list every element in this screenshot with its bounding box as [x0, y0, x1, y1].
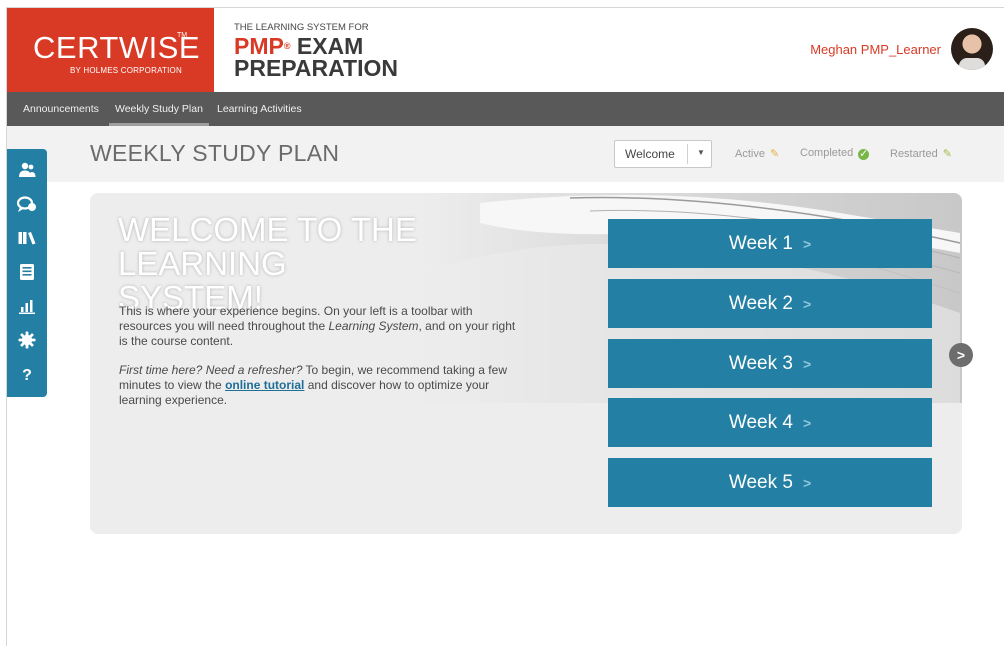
legend-active: Active ✎ [735, 147, 779, 160]
product-tagline: THE LEARNING SYSTEM FOR [234, 22, 369, 33]
chevron-right-icon: > [802, 475, 812, 491]
subheader: WEEKLY STUDY PLAN Welcome ▼ Active ✎ Comp… [7, 126, 1004, 182]
caret-down-icon[interactable]: ▼ [697, 148, 705, 157]
chevron-right-icon: > [802, 296, 812, 312]
chat-icon[interactable] [7, 189, 47, 219]
nav-announcements[interactable]: Announcements [23, 92, 99, 126]
week-3-button[interactable]: Week 3 > [608, 339, 932, 388]
welcome-heading-line1: WELCOME TO THE [118, 211, 417, 248]
chart-icon[interactable] [7, 291, 47, 321]
notes-icon[interactable] [7, 257, 47, 287]
chevron-right-icon: > [802, 356, 812, 372]
chevron-right-icon: > [802, 236, 812, 252]
logo-subtitle: BY HOLMES CORPORATION [70, 66, 182, 75]
registered-mark: ® [283, 41, 291, 51]
week-label: Week 5 [728, 472, 793, 493]
week-5-button[interactable]: Week 5 > [608, 458, 932, 507]
chevron-right-icon: > [802, 415, 812, 431]
intro-paragraph: This is where your experience begins. On… [119, 304, 519, 349]
top-nav: Announcements Weekly Study Plan Learning… [7, 92, 1004, 126]
restart-pencil-icon: ✎ [942, 148, 952, 160]
week-select-value: Welcome [625, 147, 675, 161]
help-icon[interactable]: ? [7, 361, 47, 391]
legend-restarted: Restarted ✎ [890, 147, 952, 160]
app-frame: CERTWISE TM BY HOLMES CORPORATION THE LE… [6, 7, 1004, 646]
week-label: Week 2 [728, 293, 793, 314]
week-1-button[interactable]: Week 1 > [608, 219, 932, 268]
welcome-heading: WELCOME TO THE LEARNING SYSTEM! [118, 213, 438, 315]
legend-completed: Completed ✓ [800, 147, 870, 160]
resource-toolbar: ? [7, 149, 47, 397]
pencil-icon: ✎ [769, 148, 780, 160]
week-select[interactable]: Welcome ▼ [614, 140, 712, 168]
nav-weekly-study-plan[interactable]: Weekly Study Plan [109, 92, 209, 126]
tutorial-paragraph: First time here? Need a refresher? To be… [119, 363, 519, 408]
select-divider [687, 144, 688, 164]
intro-emphasis: Learning System [328, 319, 419, 333]
user-avatar[interactable] [951, 28, 993, 70]
week-2-button[interactable]: Week 2 > [608, 279, 932, 328]
gear-icon[interactable] [7, 325, 47, 355]
week-label: Week 4 [728, 412, 793, 433]
legend-completed-label: Completed [800, 147, 854, 159]
logo-tm: TM [177, 32, 188, 39]
user-name-link[interactable]: Meghan PMP_Learner [810, 42, 941, 57]
certwise-logo[interactable]: CERTWISE TM BY HOLMES CORPORATION [7, 8, 214, 92]
online-tutorial-link[interactable]: online tutorial [225, 378, 304, 392]
next-arrow-icon[interactable]: > [949, 343, 973, 367]
logo-text: CERTWISE [33, 30, 201, 65]
books-icon[interactable] [7, 223, 47, 253]
nav-learning-activities[interactable]: Learning Activities [217, 92, 302, 126]
header: CERTWISE TM BY HOLMES CORPORATION THE LE… [7, 8, 1004, 92]
check-icon: ✓ [858, 148, 870, 160]
week-label: Week 3 [728, 353, 793, 374]
week-label: Week 1 [728, 233, 793, 254]
welcome-panel: WELCOME TO THE LEARNING SYSTEM! This is … [90, 193, 962, 534]
people-icon[interactable] [7, 155, 47, 185]
product-title-line1: PMP® EXAM [234, 35, 363, 58]
week-4-button[interactable]: Week 4 > [608, 398, 932, 447]
tutorial-emphasis: First time here? Need a refresher? [119, 363, 303, 377]
legend-active-label: Active [735, 148, 765, 160]
legend-restarted-label: Restarted [890, 148, 938, 160]
product-title-line2: PREPARATION [234, 55, 398, 81]
page-title: WEEKLY STUDY PLAN [90, 140, 340, 166]
